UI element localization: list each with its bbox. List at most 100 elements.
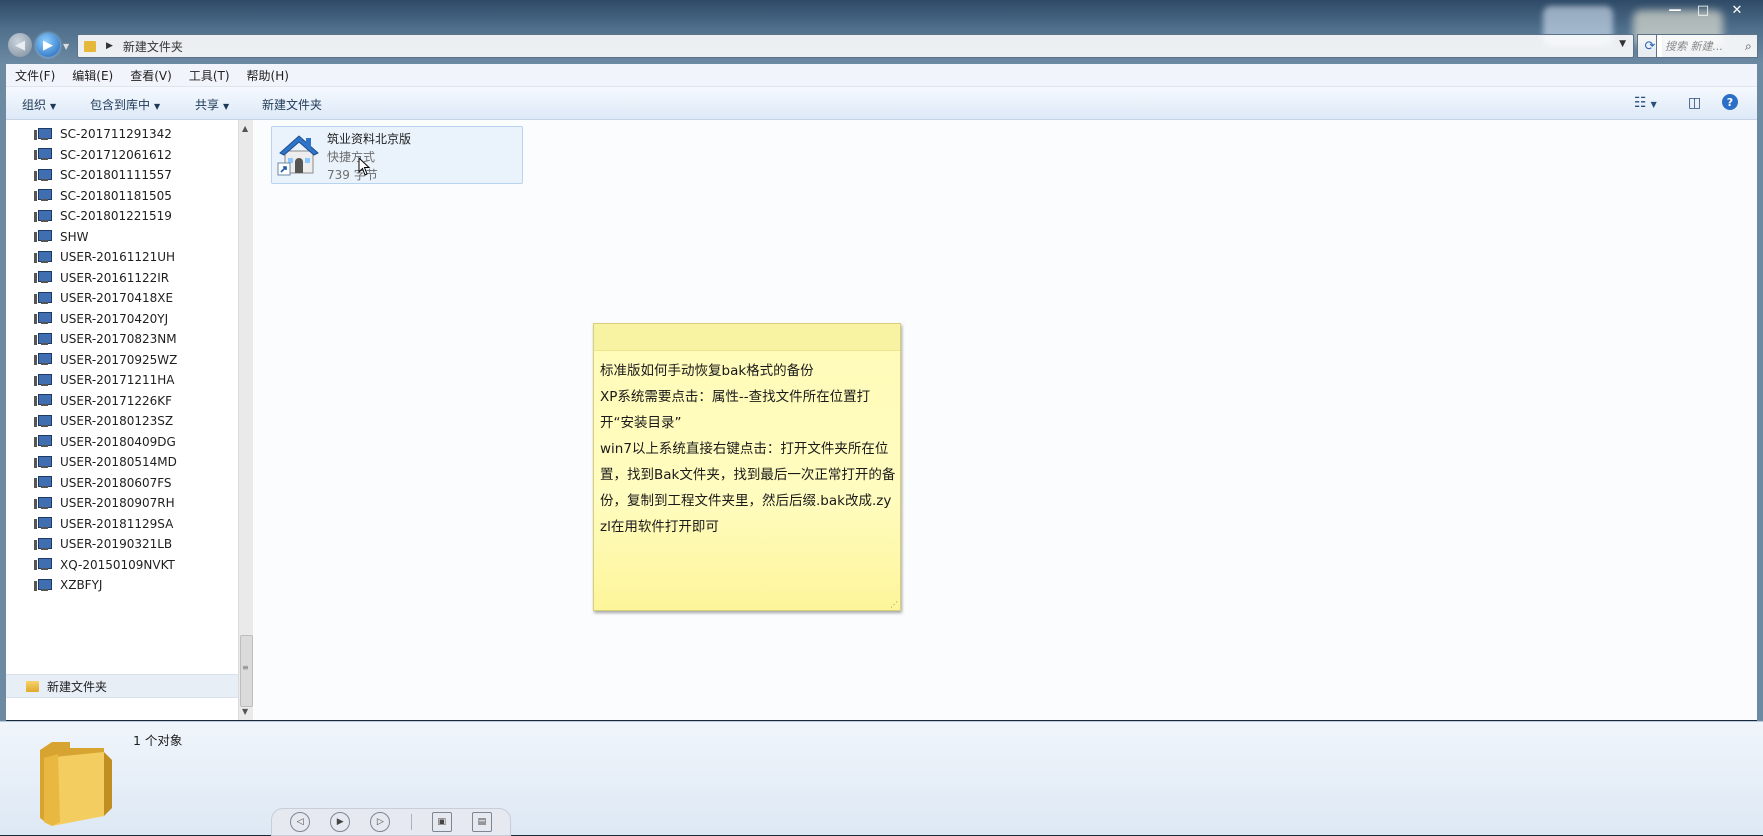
sticky-note-text[interactable]: 标准版如何手动恢复bak格式的备份 XP系统需要点击：属性--查找文件所在位置打… <box>600 358 896 540</box>
close-button[interactable]: ✕ <box>1717 0 1757 20</box>
next-icon: ▷ <box>376 817 384 827</box>
computer-icon <box>34 189 52 202</box>
share-button[interactable]: 共享 ▼ <box>195 96 229 113</box>
chevron-down-icon: ▼ <box>50 102 57 111</box>
nav-computer-label: USER-20180607FS <box>60 475 172 490</box>
folder-icon <box>84 40 96 52</box>
item-count: 1 个对象 <box>133 733 183 748</box>
sticky-note-header[interactable] <box>594 324 900 351</box>
nav-computer-item[interactable]: USER-20170823NM <box>6 329 177 349</box>
menu-view[interactable]: 查看(V) <box>130 67 172 84</box>
caption-buttons: — □ ✕ <box>1661 0 1757 20</box>
window-frame-right <box>1757 64 1763 724</box>
computer-icon <box>34 537 52 551</box>
search-icon[interactable]: ⌕ <box>1745 39 1752 54</box>
nav-computer-item[interactable]: USER-20180514MD <box>6 452 177 472</box>
nav-computer-item[interactable]: XQ-20150109NVKT <box>6 555 175 575</box>
nav-computer-item[interactable]: SC-201711291342 <box>6 124 172 144</box>
nav-computer-label: XZBFYJ <box>60 578 103 592</box>
recent-pages-dropdown[interactable]: ▼ <box>63 42 69 51</box>
nav-computer-label: SC-201712061612 <box>60 147 172 162</box>
nav-computer-item[interactable]: SC-201801111557 <box>6 165 172 185</box>
view-options-button[interactable]: ☷ ▼ <box>1634 95 1657 111</box>
search-input[interactable] <box>1663 38 1745 54</box>
include-in-library-label: 包含到库中 <box>90 98 151 112</box>
menu-edit[interactable]: 编辑(E) <box>72 67 113 84</box>
address-bar[interactable]: ▶ 新建文件夹 ▼ <box>77 34 1634 58</box>
file-item-shortcut[interactable]: 筑业资料北京版 快捷方式 739 字节 <box>271 126 523 184</box>
details-pane: 1 个对象 <box>0 721 1763 835</box>
nav-computer-item[interactable]: USER-20170925WZ <box>6 350 177 370</box>
file-name: 筑业资料北京版 <box>327 132 412 146</box>
nav-computer-item[interactable]: USER-20170420YJ <box>6 309 168 329</box>
nav-computer-item[interactable]: USER-20170418XE <box>6 288 173 308</box>
nav-computer-item[interactable]: USER-20161121UH <box>6 247 175 267</box>
nav-computer-label: USER-20161121UH <box>60 250 176 264</box>
nav-computer-item[interactable]: SC-201801181505 <box>6 186 172 206</box>
command-bar: 组织 ▼ 包含到库中 ▼ 共享 ▼ 新建文件夹 ☷ ▼ ◫ <box>0 87 1763 120</box>
previous-button[interactable]: ◁ <box>290 812 311 832</box>
nav-computer-label: USER-20171211HA <box>60 373 175 387</box>
nav-computer-item[interactable]: USER-20181129SA <box>6 514 173 534</box>
scroll-down-icon[interactable]: ▼ <box>242 707 248 716</box>
nav-computer-item[interactable]: USER-20180907RH <box>6 493 175 513</box>
next-button[interactable]: ▷ <box>370 812 391 832</box>
breadcrumb[interactable]: 新建文件夹 <box>123 38 183 55</box>
include-in-library-button[interactable]: 包含到库中 ▼ <box>90 96 160 113</box>
nav-computer-item[interactable]: USER-20180123SZ <box>6 411 173 431</box>
resize-grip-icon[interactable]: ⋰ <box>890 600 898 609</box>
nav-computer-label: SC-201711291342 <box>60 127 172 141</box>
computer-icon <box>34 148 52 161</box>
arrow-right-icon: ▶ <box>43 37 53 53</box>
search-box[interactable]: ⌕ <box>1656 34 1758 58</box>
nav-computer-label: USER-20170418XE <box>60 291 174 305</box>
nav-computer-item[interactable]: XZBFYJ <box>6 575 102 595</box>
nav-computer-item[interactable]: USER-20190321LB <box>6 534 172 554</box>
minimize-button[interactable]: — <box>1661 0 1689 20</box>
nav-computer-item[interactable]: USER-20180409DG <box>6 432 176 452</box>
forward-button[interactable]: ▶ <box>36 33 60 57</box>
menu-help[interactable]: 帮助(H) <box>247 67 289 84</box>
computer-icon <box>34 271 52 284</box>
back-button[interactable]: ◀ <box>8 33 32 57</box>
nav-computer-item[interactable]: SC-201712061612 <box>6 145 172 165</box>
new-folder-button[interactable]: 新建文件夹 <box>262 96 322 113</box>
computer-icon <box>34 414 52 428</box>
menu-tools[interactable]: 工具(T) <box>189 67 230 84</box>
save-as-button[interactable]: ▤ <box>471 812 492 832</box>
sticky-note[interactable]: 标准版如何手动恢复bak格式的备份 XP系统需要点击：属性--查找文件所在位置打… <box>593 323 901 611</box>
nav-computer-label: USER-20170823NM <box>60 332 177 346</box>
nav-computer-label: USER-20180409DG <box>60 434 176 449</box>
nav-computer-item[interactable]: SHW <box>6 227 89 247</box>
help-icon: ? <box>1726 95 1734 109</box>
address-dropdown-icon[interactable]: ▼ <box>1619 39 1626 49</box>
preview-pane-icon: ◫ <box>1688 95 1702 111</box>
chevron-right-icon[interactable]: ▶ <box>106 41 113 51</box>
nav-computer-label: USER-20181129SA <box>60 516 174 531</box>
maximize-button[interactable]: □ <box>1689 0 1717 20</box>
note-line: XP系统需要点击：属性--查找文件所在位置打开“安装目录” <box>600 389 871 431</box>
preview-pane-button[interactable]: ◫ <box>1688 95 1701 111</box>
nav-computer-item[interactable]: USER-20171226KF <box>6 391 172 411</box>
save-button[interactable]: ▣ <box>431 812 452 832</box>
play-button[interactable]: ▶ <box>330 812 351 832</box>
new-folder-label: 新建文件夹 <box>262 98 323 112</box>
refresh-icon: ⟳ <box>1644 38 1656 54</box>
nav-scrollbar[interactable]: ▲ ≡ ▼ <box>238 120 253 720</box>
nav-computer-item[interactable]: USER-20180607FS <box>6 473 172 493</box>
organize-button[interactable]: 组织 ▼ <box>22 96 56 113</box>
menu-file[interactable]: 文件(F) <box>15 67 55 84</box>
folder-icon <box>26 680 39 692</box>
nav-computer-item[interactable]: USER-20161122IR <box>6 268 169 288</box>
nav-selected-folder[interactable]: 新建文件夹 <box>6 674 238 698</box>
mouse-cursor-icon <box>358 157 371 176</box>
computer-icon <box>34 209 52 223</box>
nav-computer-item[interactable]: SC-201801221519 <box>6 206 172 226</box>
computer-icon <box>34 455 52 469</box>
computer-icon <box>34 476 52 489</box>
nav-computer-label: USER-20170925WZ <box>60 352 178 367</box>
scroll-up-icon[interactable]: ▲ <box>242 124 248 133</box>
nav-computer-item[interactable]: USER-20171211HA <box>6 370 174 390</box>
help-button[interactable]: ? <box>1722 94 1738 110</box>
computer-icon <box>34 312 52 325</box>
